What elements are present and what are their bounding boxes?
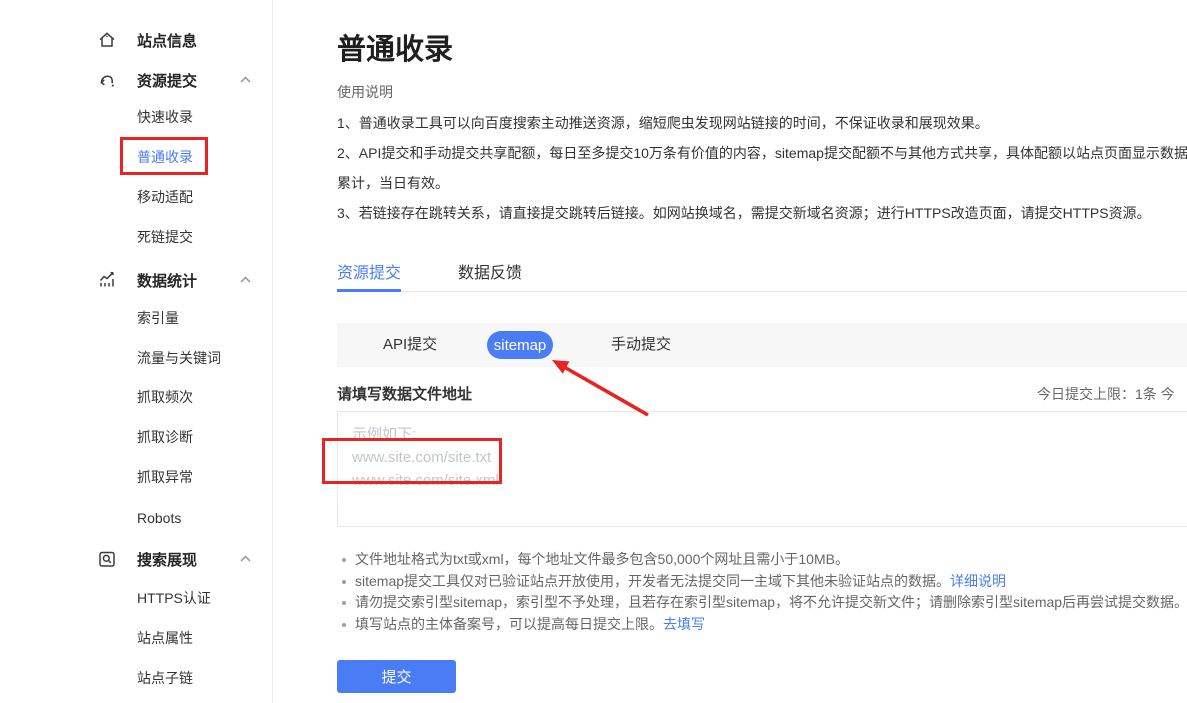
sidebar-item-index-volume[interactable]: 索引量 xyxy=(0,305,273,331)
go-fill-link[interactable]: 去填写 xyxy=(663,616,705,632)
sidebar-item-label: 快速收录 xyxy=(137,107,193,127)
instruction-line: 2、API提交和手动提交共享配额，每日至多提交10万条有价值的内容，sitema… xyxy=(337,138,1187,168)
annotation-box-sidebar xyxy=(120,137,208,175)
usage-heading: 使用说明 xyxy=(337,82,393,102)
page-title: 普通收录 xyxy=(337,26,453,68)
instruction-line: 累计，当日有效。 xyxy=(337,168,1187,198)
sidebar-item-search-display[interactable]: 搜索展现 xyxy=(0,546,273,572)
note-text: 请勿提交索引型sitemap，索引型不予处理，且若存在索引型sitemap，将不… xyxy=(355,594,1187,610)
sidebar-item-site-info[interactable]: 站点信息 xyxy=(0,27,273,53)
sidebar-item-label: 索引量 xyxy=(137,308,179,328)
sidebar-item-label: 搜索展现 xyxy=(137,549,197,570)
sidebar-item-label: 数据统计 xyxy=(137,270,197,291)
sidebar-item-site-sublink[interactable]: 站点子链 xyxy=(0,665,273,691)
search-box-icon xyxy=(96,548,118,570)
instruction-line: 1、普通收录工具可以向百度搜索主动推送资源，缩短爬虫发现网站链接的时间，不保证收… xyxy=(337,108,1187,138)
sidebar-item-label: HTTPS认证 xyxy=(137,588,211,608)
annotation-box-examples xyxy=(322,438,502,484)
sidebar-item-label: 资源提交 xyxy=(137,70,197,91)
submit-button[interactable]: 提交 xyxy=(337,660,456,693)
notes-list: 文件地址格式为txt或xml，每个地址文件最多包含50,000个网址且需小于10… xyxy=(341,549,1187,636)
sidebar: 站点信息 资源提交 快速收录 普通收录 移动适配 死链 xyxy=(0,0,273,703)
chevron-up-icon[interactable] xyxy=(238,552,253,567)
note-text: sitemap提交工具仅对已验证站点开放使用，开发者无法提交同一主域下其他未验证… xyxy=(355,573,950,589)
tab-resource-submit[interactable]: 资源提交 xyxy=(337,259,401,283)
subtab-bar: API提交 sitemap 手动提交 xyxy=(337,323,1187,367)
page: 站点信息 资源提交 快速收录 普通收录 移动适配 死链 xyxy=(0,0,1187,703)
sidebar-item-mobile-adaptation[interactable]: 移动适配 xyxy=(0,184,273,210)
home-icon xyxy=(96,29,118,51)
sidebar-item-traffic-keywords[interactable]: 流量与关键词 xyxy=(0,345,273,371)
sidebar-item-resource-submit[interactable]: 资源提交 xyxy=(0,67,273,93)
sidebar-item-site-property[interactable]: 站点属性 xyxy=(0,625,273,651)
sidebar-item-label: 站点信息 xyxy=(137,30,197,51)
sidebar-item-quick-inclusion[interactable]: 快速收录 xyxy=(0,104,273,130)
sidebar-item-label: 流量与关键词 xyxy=(137,348,221,368)
chevron-up-icon[interactable] xyxy=(238,273,253,288)
sidebar-item-label: 抓取频次 xyxy=(137,387,193,407)
note-item: 填写站点的主体备案号，可以提高每日提交上限。去填写 xyxy=(341,614,1187,636)
sidebar-item-crawl-exception[interactable]: 抓取异常 xyxy=(0,464,273,490)
chart-icon xyxy=(96,269,118,291)
chevron-up-icon[interactable] xyxy=(238,73,253,88)
sidebar-item-label: 站点子链 xyxy=(137,668,193,688)
note-item: 文件地址格式为txt或xml，每个地址文件最多包含50,000个网址且需小于10… xyxy=(341,549,1187,571)
note-text: 填写站点的主体备案号，可以提高每日提交上限。 xyxy=(355,616,663,632)
active-tab-underline xyxy=(337,289,401,292)
subtab-api-submit[interactable]: API提交 xyxy=(383,323,437,367)
sidebar-item-data-statistics[interactable]: 数据统计 xyxy=(0,267,273,293)
form-label: 请填写数据文件地址 xyxy=(337,383,472,404)
sidebar-item-crawl-diagnosis[interactable]: 抓取诊断 xyxy=(0,424,273,450)
note-item: sitemap提交工具仅对已验证站点开放使用，开发者无法提交同一主域下其他未验证… xyxy=(341,571,1187,593)
sidebar-item-crawl-frequency[interactable]: 抓取频次 xyxy=(0,384,273,410)
sidebar-item-https-verification[interactable]: HTTPS认证 xyxy=(0,585,273,611)
note-text: 文件地址格式为txt或xml，每个地址文件最多包含50,000个网址且需小于10… xyxy=(355,551,849,567)
tab-data-feedback[interactable]: 数据反馈 xyxy=(458,259,522,283)
sidebar-item-label: 移动适配 xyxy=(137,187,193,207)
sidebar-item-label: 抓取异常 xyxy=(137,467,193,487)
sidebar-item-dead-link-submit[interactable]: 死链提交 xyxy=(0,224,273,250)
detail-description-link[interactable]: 详细说明 xyxy=(950,573,1006,589)
sidebar-item-label: 站点属性 xyxy=(137,628,193,648)
usage-instructions: 1、普通收录工具可以向百度搜索主动推送资源，缩短爬虫发现网站链接的时间，不保证收… xyxy=(337,108,1187,228)
quota-text: 今日提交上限：1条 今 xyxy=(1037,384,1175,404)
tab-divider xyxy=(337,291,1187,292)
annotation-arrow xyxy=(540,352,670,427)
submit-icon xyxy=(96,69,118,91)
sidebar-item-label: Robots xyxy=(137,510,181,526)
sidebar-item-label: 抓取诊断 xyxy=(137,427,193,447)
instruction-line: 3、若链接存在跳转关系，请直接提交跳转后链接。如网站换域名，需提交新域名资源；进… xyxy=(337,198,1187,228)
sidebar-item-robots[interactable]: Robots xyxy=(0,505,273,531)
note-item: 请勿提交索引型sitemap，索引型不予处理，且若存在索引型sitemap，将不… xyxy=(341,592,1187,614)
sidebar-item-label: 死链提交 xyxy=(137,227,193,247)
